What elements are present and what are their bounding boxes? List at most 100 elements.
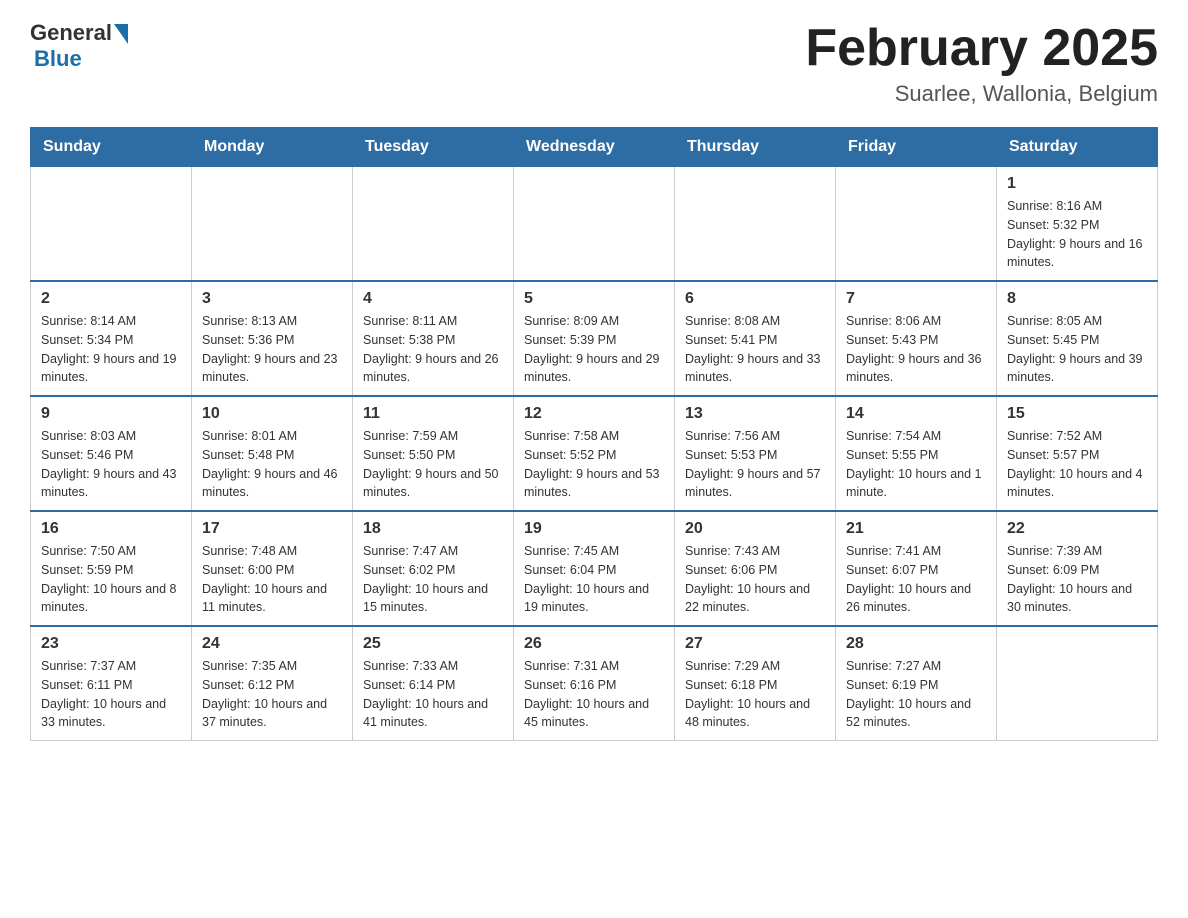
logo-top: General [30,20,128,46]
weekday-header-sunday: Sunday [31,128,192,167]
calendar-cell [514,167,675,282]
calendar-cell: 17 Sunrise: 7:48 AM Sunset: 6:00 PM Dayli… [192,511,353,626]
day-number: 18 [363,520,503,538]
day-info: Sunrise: 7:56 AM Sunset: 5:53 PM Dayligh… [685,427,825,502]
day-info: Sunrise: 7:50 AM Sunset: 5:59 PM Dayligh… [41,542,181,617]
calendar-cell: 9Sunrise: 8:03 AM Sunset: 5:46 PM Daylig… [31,396,192,511]
calendar-cell: 8 Sunrise: 8:05 AM Sunset: 5:45 PM Daylig… [997,281,1158,396]
day-number: 6 [685,290,825,308]
day-number: 14 [846,405,986,423]
calendar-cell: 5Sunrise: 8:09 AM Sunset: 5:39 PM Daylig… [514,281,675,396]
weekday-header-friday: Friday [836,128,997,167]
calendar-week-row: 16Sunrise: 7:50 AM Sunset: 5:59 PM Dayli… [31,511,1158,626]
calendar-cell: 14 Sunrise: 7:54 AM Sunset: 5:55 PM Dayli… [836,396,997,511]
calendar-cell: 15 Sunrise: 7:52 AM Sunset: 5:57 PM Dayli… [997,396,1158,511]
calendar-cell: 23 Sunrise: 7:37 AM Sunset: 6:11 PM Dayli… [31,626,192,741]
calendar-cell: 13 Sunrise: 7:56 AM Sunset: 5:53 PM Dayli… [675,396,836,511]
day-info: Sunrise: 8:08 AM Sunset: 5:41 PM Dayligh… [685,312,825,387]
day-info: Sunrise: 8:14 AM Sunset: 5:34 PM Dayligh… [41,312,181,387]
day-number: 21 [846,520,986,538]
day-number: 5 [524,290,664,308]
day-number: 7 [846,290,986,308]
calendar-cell [997,626,1158,741]
calendar-cell: 27 Sunrise: 7:29 AM Sunset: 6:18 PM Dayli… [675,626,836,741]
weekday-header-tuesday: Tuesday [353,128,514,167]
weekday-header-saturday: Saturday [997,128,1158,167]
weekday-header-monday: Monday [192,128,353,167]
day-info: Sunrise: 7:39 AM Sunset: 6:09 PM Dayligh… [1007,542,1147,617]
day-number: 8 [1007,290,1147,308]
calendar-cell: 6 Sunrise: 8:08 AM Sunset: 5:41 PM Daylig… [675,281,836,396]
calendar-cell: 19Sunrise: 7:45 AM Sunset: 6:04 PM Dayli… [514,511,675,626]
calendar-week-row: 9Sunrise: 8:03 AM Sunset: 5:46 PM Daylig… [31,396,1158,511]
day-info: Sunrise: 8:16 AM Sunset: 5:32 PM Dayligh… [1007,197,1147,272]
calendar-cell [675,167,836,282]
day-info: Sunrise: 7:37 AM Sunset: 6:11 PM Dayligh… [41,657,181,732]
day-number: 10 [202,405,342,423]
day-info: Sunrise: 8:03 AM Sunset: 5:46 PM Dayligh… [41,427,181,502]
day-number: 3 [202,290,342,308]
day-number: 12 [524,405,664,423]
page-header: General Blue February 2025 Suarlee, Wall… [30,20,1158,107]
day-info: Sunrise: 7:35 AM Sunset: 6:12 PM Dayligh… [202,657,342,732]
calendar-cell: 12Sunrise: 7:58 AM Sunset: 5:52 PM Dayli… [514,396,675,511]
calendar-cell: 26 Sunrise: 7:31 AM Sunset: 6:16 PM Dayli… [514,626,675,741]
day-number: 26 [524,635,664,653]
calendar-cell: 20 Sunrise: 7:43 AM Sunset: 6:06 PM Dayli… [675,511,836,626]
calendar-cell [192,167,353,282]
calendar-cell: 21 Sunrise: 7:41 AM Sunset: 6:07 PM Dayli… [836,511,997,626]
day-number: 11 [363,405,503,423]
calendar-cell: 2 Sunrise: 8:14 AM Sunset: 5:34 PM Daylig… [31,281,192,396]
day-number: 4 [363,290,503,308]
day-info: Sunrise: 8:06 AM Sunset: 5:43 PM Dayligh… [846,312,986,387]
calendar-cell: 7 Sunrise: 8:06 AM Sunset: 5:43 PM Daylig… [836,281,997,396]
day-info: Sunrise: 7:43 AM Sunset: 6:06 PM Dayligh… [685,542,825,617]
calendar-cell: 18Sunrise: 7:47 AM Sunset: 6:02 PM Dayli… [353,511,514,626]
logo: General Blue [30,20,128,72]
day-info: Sunrise: 8:13 AM Sunset: 5:36 PM Dayligh… [202,312,342,387]
calendar-cell [31,167,192,282]
day-info: Sunrise: 8:01 AM Sunset: 5:48 PM Dayligh… [202,427,342,502]
calendar-cell [836,167,997,282]
calendar-cell: 4 Sunrise: 8:11 AM Sunset: 5:38 PM Daylig… [353,281,514,396]
title-block: February 2025 Suarlee, Wallonia, Belgium [805,20,1158,107]
calendar-week-row: 23 Sunrise: 7:37 AM Sunset: 6:11 PM Dayli… [31,626,1158,741]
location-subtitle: Suarlee, Wallonia, Belgium [805,81,1158,107]
calendar-cell: 10 Sunrise: 8:01 AM Sunset: 5:48 PM Dayli… [192,396,353,511]
weekday-header-wednesday: Wednesday [514,128,675,167]
day-info: Sunrise: 8:05 AM Sunset: 5:45 PM Dayligh… [1007,312,1147,387]
weekday-header-thursday: Thursday [675,128,836,167]
calendar-cell: 3 Sunrise: 8:13 AM Sunset: 5:36 PM Daylig… [192,281,353,396]
calendar-cell: 25Sunrise: 7:33 AM Sunset: 6:14 PM Dayli… [353,626,514,741]
day-number: 15 [1007,405,1147,423]
logo-arrow-icon [114,24,128,44]
day-number: 28 [846,635,986,653]
calendar-cell: 22Sunrise: 7:39 AM Sunset: 6:09 PM Dayli… [997,511,1158,626]
day-number: 17 [202,520,342,538]
logo-general-text: General [30,20,112,46]
day-info: Sunrise: 7:31 AM Sunset: 6:16 PM Dayligh… [524,657,664,732]
logo-blue-text: Blue [34,46,82,72]
day-info: Sunrise: 7:52 AM Sunset: 5:57 PM Dayligh… [1007,427,1147,502]
day-info: Sunrise: 7:41 AM Sunset: 6:07 PM Dayligh… [846,542,986,617]
weekday-header-row: SundayMondayTuesdayWednesdayThursdayFrid… [31,128,1158,167]
calendar-cell: 24 Sunrise: 7:35 AM Sunset: 6:12 PM Dayli… [192,626,353,741]
day-number: 24 [202,635,342,653]
day-info: Sunrise: 7:29 AM Sunset: 6:18 PM Dayligh… [685,657,825,732]
day-info: Sunrise: 7:33 AM Sunset: 6:14 PM Dayligh… [363,657,503,732]
day-number: 23 [41,635,181,653]
day-number: 2 [41,290,181,308]
month-title: February 2025 [805,20,1158,77]
day-number: 13 [685,405,825,423]
calendar-cell: 16Sunrise: 7:50 AM Sunset: 5:59 PM Dayli… [31,511,192,626]
day-info: Sunrise: 7:54 AM Sunset: 5:55 PM Dayligh… [846,427,986,502]
day-number: 20 [685,520,825,538]
day-info: Sunrise: 8:11 AM Sunset: 5:38 PM Dayligh… [363,312,503,387]
day-info: Sunrise: 7:48 AM Sunset: 6:00 PM Dayligh… [202,542,342,617]
calendar-table: SundayMondayTuesdayWednesdayThursdayFrid… [30,127,1158,741]
calendar-week-row: 2 Sunrise: 8:14 AM Sunset: 5:34 PM Daylig… [31,281,1158,396]
day-number: 27 [685,635,825,653]
calendar-cell: 11Sunrise: 7:59 AM Sunset: 5:50 PM Dayli… [353,396,514,511]
day-number: 19 [524,520,664,538]
calendar-cell [353,167,514,282]
